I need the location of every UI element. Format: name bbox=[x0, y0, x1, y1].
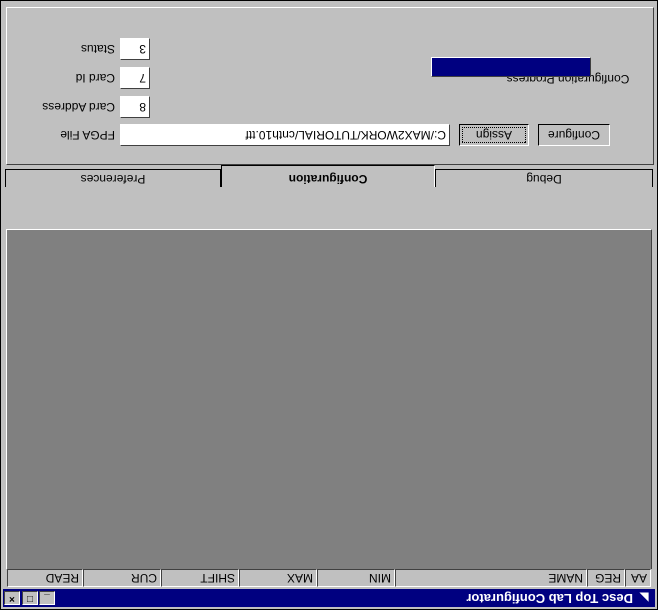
register-list[interactable] bbox=[6, 229, 652, 569]
tab-configuration[interactable]: Configuration bbox=[221, 165, 435, 187]
card-address-field[interactable]: 8 bbox=[120, 96, 150, 118]
minimize-button[interactable]: _ bbox=[39, 591, 55, 605]
fpga-file-label: FPGA File bbox=[60, 128, 115, 142]
configure-button[interactable]: Configure bbox=[538, 124, 610, 146]
column-header-read[interactable]: READ bbox=[7, 569, 83, 587]
assign-button[interactable]: Assign bbox=[459, 124, 529, 146]
configuration-progress-bar bbox=[431, 57, 591, 77]
column-header-max[interactable]: MAX bbox=[239, 569, 317, 587]
column-header-aa[interactable]: AA bbox=[625, 569, 651, 587]
fpga-file-field[interactable]: C:/MAX2WORK/TUTORIAL/cnth10.ttf bbox=[120, 124, 450, 146]
column-header-shift[interactable]: SHIFT bbox=[161, 569, 239, 587]
tab-debug[interactable]: Debug bbox=[435, 169, 653, 187]
column-header-cur[interactable]: CUR bbox=[83, 569, 161, 587]
progress-fill bbox=[432, 58, 590, 76]
tab-preferences-left[interactable]: Preferences bbox=[5, 169, 221, 187]
configurator-window: ◣ Desc Top Lab Configurator _ □ × AA REG… bbox=[0, 0, 658, 610]
register-table-header: AA REG NAME MIN MAX SHIFT CUR READ bbox=[7, 569, 651, 587]
close-button[interactable]: × bbox=[4, 591, 20, 605]
card-address-label: Card Address bbox=[42, 100, 115, 114]
status-label: Status bbox=[80, 42, 115, 56]
card-id-label: Card Id bbox=[75, 71, 115, 85]
card-id-field[interactable]: 7 bbox=[120, 67, 150, 89]
status-field[interactable]: 3 bbox=[120, 38, 150, 60]
app-icon[interactable]: ◣ bbox=[637, 591, 651, 605]
column-header-reg[interactable]: REG bbox=[587, 569, 625, 587]
configuration-panel: Configuration Progress Configure Assign … bbox=[6, 7, 654, 165]
column-header-min[interactable]: MIN bbox=[317, 569, 395, 587]
rotated-window: ◣ Desc Top Lab Configurator _ □ × AA REG… bbox=[0, 0, 658, 610]
window-title: Desc Top Lab Configurator bbox=[466, 591, 633, 606]
column-header-name[interactable]: NAME bbox=[395, 569, 587, 587]
maximize-button[interactable]: □ bbox=[22, 591, 38, 605]
title-bar[interactable]: ◣ Desc Top Lab Configurator _ □ × bbox=[3, 589, 655, 607]
